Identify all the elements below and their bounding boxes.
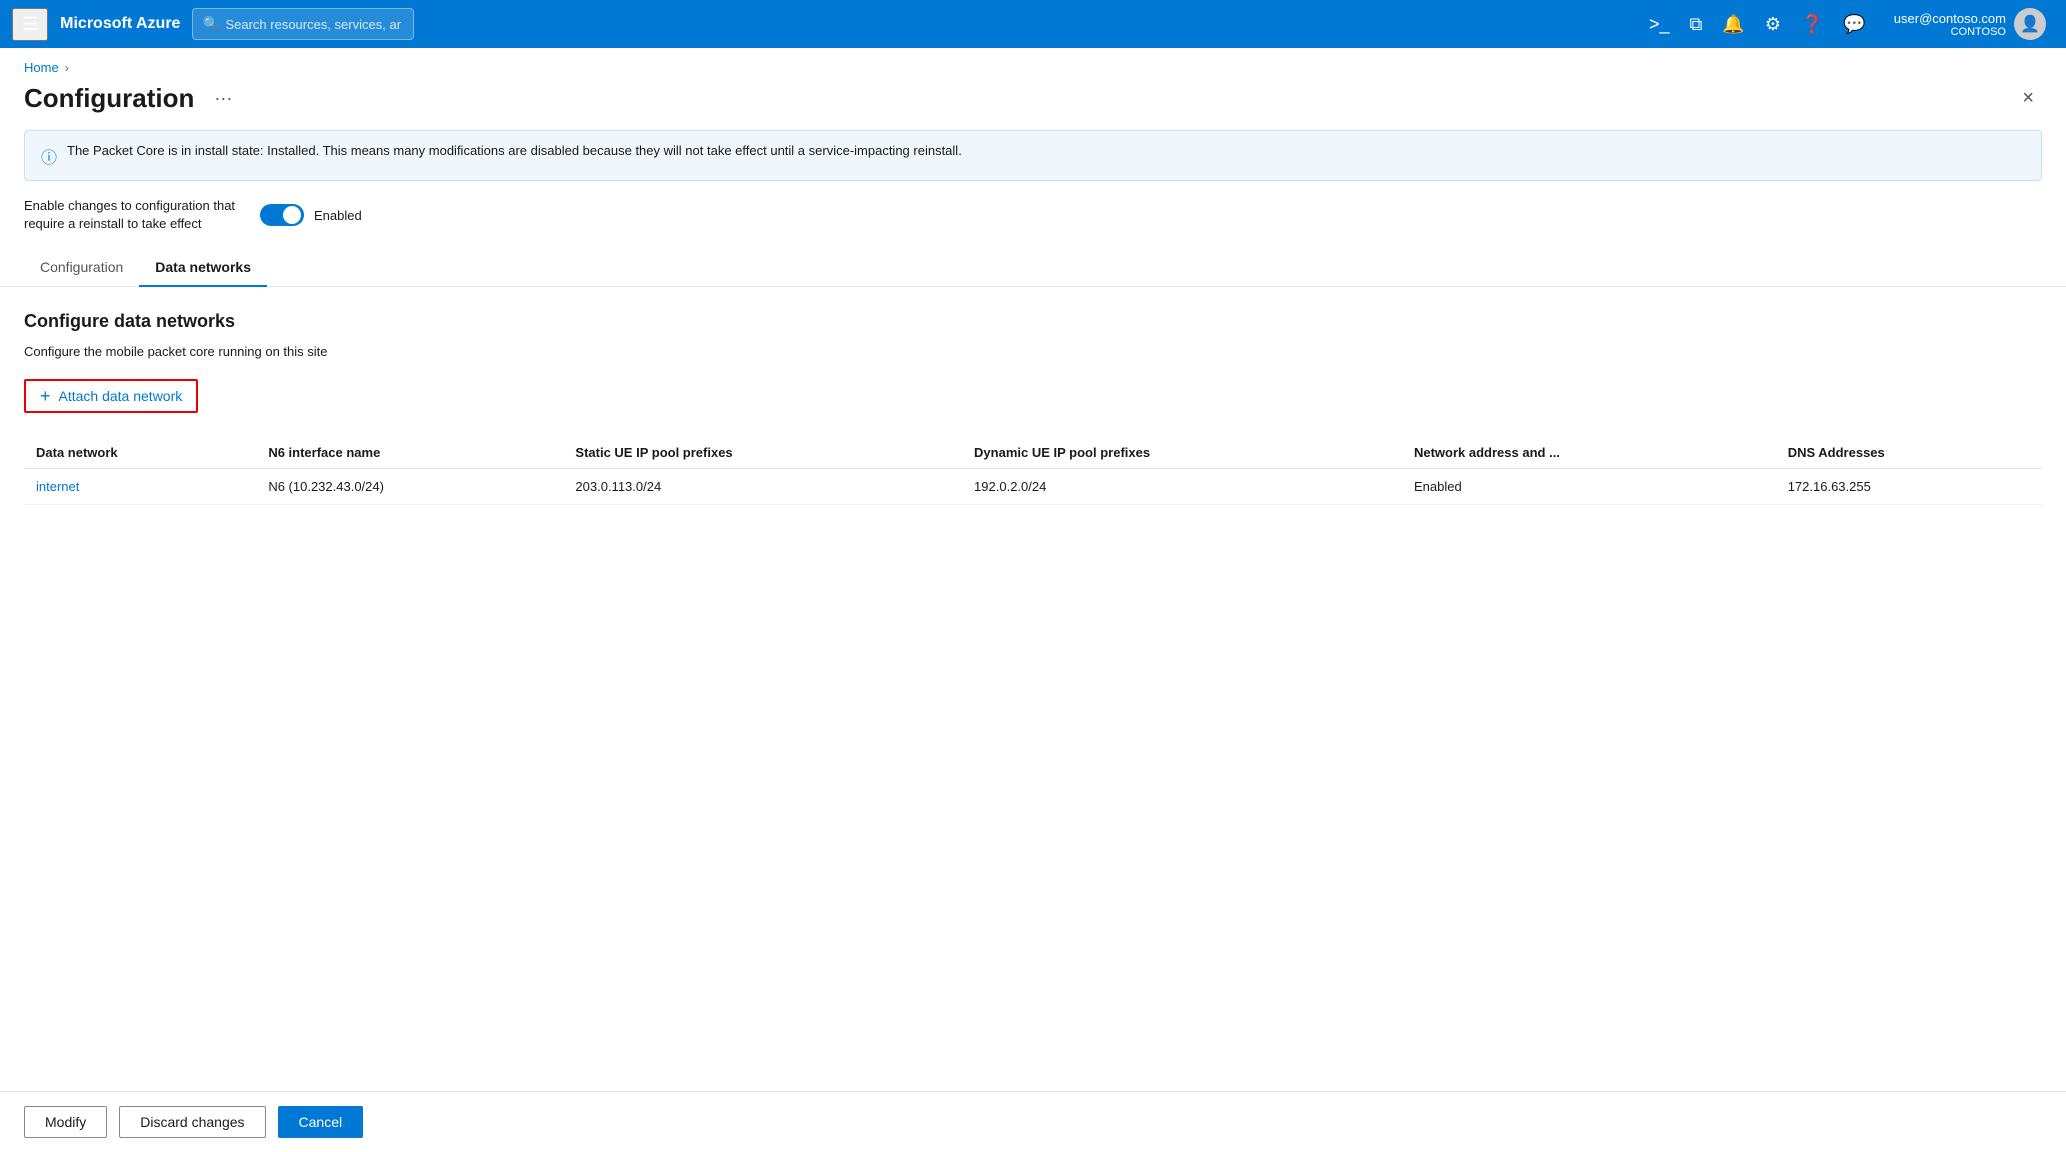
info-banner: ⓘ The Packet Core is in install state: I… (24, 130, 2042, 181)
user-email: user@contoso.com (1894, 11, 2006, 26)
help-button[interactable]: ❓ (1793, 8, 1831, 41)
col-network-address: Network address and ... (1402, 437, 1776, 469)
breadcrumb: Home › (0, 48, 2066, 75)
toggle-row: Enable changes to configuration that req… (0, 197, 2066, 249)
user-info: user@contoso.com CONTOSO (1894, 11, 2006, 38)
section-description: Configure the mobile packet core running… (24, 344, 2042, 359)
attach-button-label: Attach data network (59, 388, 183, 404)
topnav: ☰ Microsoft Azure 🔍 >_ ⧉ 🔔 ⚙ ❓ 💬 user@co… (0, 0, 2066, 48)
info-banner-text: The Packet Core is in install state: Ins… (67, 143, 962, 158)
directory-button[interactable]: ⧉ (1682, 8, 1711, 41)
cloud-shell-button[interactable]: >_ (1641, 8, 1678, 41)
notifications-button[interactable]: 🔔 (1714, 8, 1752, 41)
plus-icon: + (40, 387, 51, 405)
avatar: 👤 (2014, 8, 2046, 40)
breadcrumb-home[interactable]: Home (24, 60, 59, 75)
table-head: Data network N6 interface name Static UE… (24, 437, 2042, 469)
user-menu[interactable]: user@contoso.com CONTOSO 👤 (1886, 4, 2054, 44)
page-title: Configuration (24, 83, 194, 114)
discard-changes-button[interactable]: Discard changes (119, 1106, 265, 1138)
brand-label: Microsoft Azure (60, 15, 180, 33)
configure-section: Configure data networks Configure the mo… (0, 311, 2066, 505)
table-header-row: Data network N6 interface name Static UE… (24, 437, 2042, 469)
search-wrap: 🔍 (192, 8, 692, 40)
toggle-state-label: Enabled (314, 208, 362, 223)
feedback-button[interactable]: 💬 (1835, 8, 1873, 41)
table-row: internet N6 (10.232.43.0/24) 203.0.113.0… (24, 469, 2042, 505)
table-body: internet N6 (10.232.43.0/24) 203.0.113.0… (24, 469, 2042, 505)
tabs: Configuration Data networks (0, 249, 2066, 287)
col-dynamic-ue-ip: Dynamic UE IP pool prefixes (962, 437, 1402, 469)
cell-dns-addresses: 172.16.63.255 (1776, 469, 2042, 505)
tab-data-networks[interactable]: Data networks (139, 249, 267, 287)
cell-static-ue-ip: 203.0.113.0/24 (563, 469, 962, 505)
cancel-button[interactable]: Cancel (278, 1106, 364, 1138)
cell-data-network[interactable]: internet (24, 469, 256, 505)
page-title-row: Configuration ··· (24, 83, 240, 114)
page-header: Configuration ··· × (0, 75, 2066, 130)
data-networks-table: Data network N6 interface name Static UE… (24, 437, 2042, 505)
settings-button[interactable]: ⚙ (1757, 8, 1789, 41)
toggle-label: Enable changes to configuration that req… (24, 197, 244, 233)
section-title: Configure data networks (24, 311, 2042, 332)
col-data-network: Data network (24, 437, 256, 469)
attach-data-network-button[interactable]: + Attach data network (24, 379, 198, 413)
breadcrumb-separator: › (65, 61, 69, 75)
toggle-slider (260, 204, 304, 226)
col-n6-interface: N6 interface name (256, 437, 563, 469)
page-content: Home › Configuration ··· × ⓘ The Packet … (0, 48, 2066, 1152)
user-org: CONTOSO (1894, 26, 2006, 38)
close-button[interactable]: × (2014, 83, 2042, 114)
tab-configuration[interactable]: Configuration (24, 249, 139, 287)
topnav-icons: >_ ⧉ 🔔 ⚙ ❓ 💬 (1641, 8, 1874, 41)
cell-dynamic-ue-ip: 192.0.2.0/24 (962, 469, 1402, 505)
col-static-ue-ip: Static UE IP pool prefixes (563, 437, 962, 469)
cell-n6-interface: N6 (10.232.43.0/24) (256, 469, 563, 505)
footer: Modify Discard changes Cancel (0, 1091, 2066, 1152)
col-dns-addresses: DNS Addresses (1776, 437, 2042, 469)
cell-network-address: Enabled (1402, 469, 1776, 505)
hamburger-button[interactable]: ☰ (12, 8, 48, 41)
toggle-switch[interactable] (260, 204, 304, 226)
modify-button[interactable]: Modify (24, 1106, 107, 1138)
info-icon: ⓘ (41, 144, 57, 168)
search-input[interactable] (192, 8, 414, 40)
toggle-wrap: Enabled (260, 204, 362, 226)
more-options-button[interactable]: ··· (206, 84, 240, 113)
